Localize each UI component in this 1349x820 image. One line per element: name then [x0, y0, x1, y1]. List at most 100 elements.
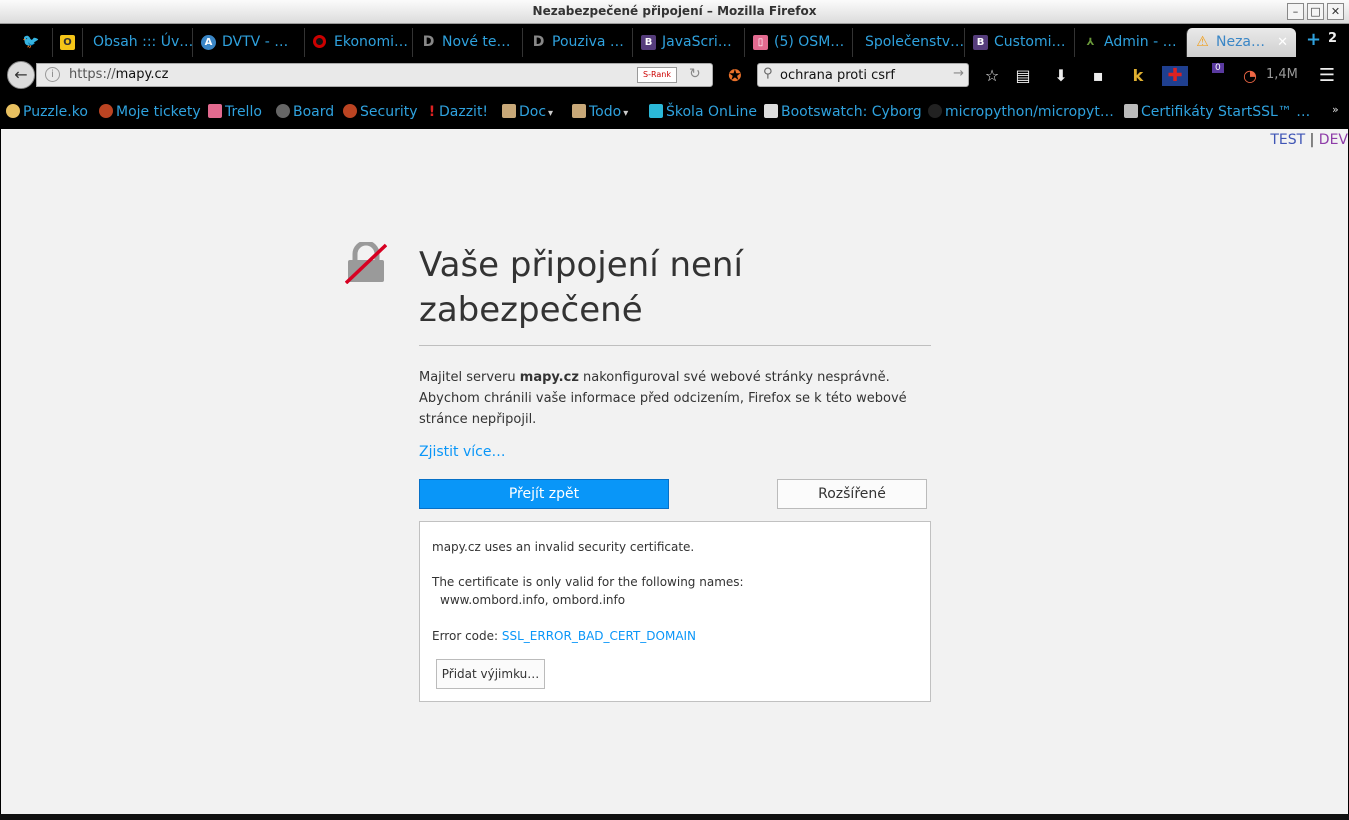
- window-titlebar: Nezabezpečené připojení – Mozilla Firefo…: [0, 0, 1349, 24]
- tab-obsah[interactable]: Obsah ::: Úv…: [82, 28, 192, 57]
- srank-badge[interactable]: S-Rank: [637, 67, 677, 83]
- chevron-down-icon: ▾: [623, 108, 629, 119]
- window-bottom-border: [0, 814, 1349, 820]
- title-divider: [419, 345, 931, 346]
- error-description: Majitel serveru mapy.cz nakonfiguroval s…: [419, 370, 907, 427]
- tab-dvtv[interactable]: A DVTV - …: [192, 28, 304, 57]
- reload-icon[interactable]: ↻: [689, 66, 701, 82]
- search-input[interactable]: [780, 66, 950, 84]
- admin-icon: ⅄: [1086, 37, 1095, 48]
- bootstrap-icon: B: [973, 35, 988, 50]
- certificate-icon: [1124, 104, 1138, 118]
- download-icon[interactable]: ⬇: [1051, 66, 1071, 86]
- bookmark-folder-todo[interactable]: Todo ▾: [572, 102, 628, 122]
- bookmark-folder-doc[interactable]: Doc ▾: [502, 102, 553, 122]
- tab-twitter[interactable]: 🐦: [14, 28, 52, 57]
- bookmark-moje-tickety[interactable]: Moje tickety: [99, 102, 201, 122]
- download-size: 1,4M: [1266, 67, 1298, 82]
- d-icon: D: [532, 34, 545, 50]
- env-separator: |: [1309, 132, 1315, 148]
- bookmarks-toolbar: Puzzle.ko Moje tickety Trello Board Secu…: [0, 93, 1349, 129]
- tab-strip: 🐦 O Obsah ::: Úv… A DVTV - … Ekonomi… D …: [0, 25, 1349, 57]
- tab-javascri[interactable]: B JavaScri…: [632, 28, 744, 57]
- search-go-icon[interactable]: →: [953, 66, 964, 81]
- outlook-icon: O: [60, 35, 75, 50]
- bootstrap-icon: B: [641, 35, 656, 50]
- info-icon[interactable]: i: [45, 67, 60, 82]
- bookmark-puzzle[interactable]: Puzzle.ko: [6, 102, 88, 122]
- tab-spolecenstv[interactable]: Společenstv…: [852, 28, 964, 57]
- url-bar[interactable]: i https://mapy.cz S-Rank ↻: [36, 63, 713, 87]
- advanced-details-panel: mapy.cz uses an invalid security certifi…: [419, 521, 931, 702]
- bookmark-startssl[interactable]: Certifikáty StartSSL™ …: [1124, 102, 1310, 122]
- addon-fox-icon[interactable]: ✪: [725, 66, 745, 86]
- minimize-button[interactable]: –: [1287, 3, 1304, 20]
- tab-osm[interactable]: ▯ (5) OSM…: [744, 28, 852, 57]
- search-bar[interactable]: ⚲ →: [757, 63, 969, 87]
- uk-flag-icon[interactable]: ✚: [1162, 66, 1188, 86]
- tab-ekonomi[interactable]: Ekonomi…: [304, 28, 412, 57]
- addon-icon[interactable]: ▪: [1088, 66, 1108, 86]
- overflow-chevron-icon[interactable]: »: [1332, 103, 1339, 116]
- search-icon: ⚲: [763, 66, 773, 81]
- school-icon: [649, 104, 663, 118]
- puzzle-icon: [6, 104, 20, 118]
- learn-more-link[interactable]: Zjistit více…: [419, 444, 505, 460]
- broken-lock-icon: [345, 242, 387, 284]
- env-dev-link[interactable]: DEV: [1319, 132, 1348, 148]
- tab-customi[interactable]: B Customi…: [964, 28, 1074, 57]
- bug-icon: [99, 104, 113, 118]
- add-exception-button[interactable]: Přidat výjimku…: [436, 659, 545, 689]
- bookmark-trello[interactable]: Trello: [208, 102, 262, 122]
- maximize-button[interactable]: □: [1307, 3, 1324, 20]
- menu-icon[interactable]: ☰: [1317, 66, 1337, 86]
- bug-icon: [343, 104, 357, 118]
- notification-badge[interactable]: 0: [1212, 63, 1224, 73]
- back-arrow-icon: ←: [14, 65, 28, 84]
- bookmark-skola-online[interactable]: Škola OnLine: [649, 102, 757, 122]
- close-tab-icon[interactable]: ✕: [1277, 28, 1288, 57]
- reading-list-icon[interactable]: ▤: [1013, 66, 1033, 86]
- chevron-down-icon: ▾: [548, 108, 554, 119]
- trello-icon: [208, 104, 222, 118]
- tab-nove[interactable]: D Nové te…: [412, 28, 522, 57]
- env-links: TEST | DEV: [1270, 132, 1348, 148]
- env-test-link[interactable]: TEST: [1270, 132, 1305, 148]
- addon-k-icon[interactable]: k: [1128, 66, 1148, 86]
- bookmark-star-icon[interactable]: ☆: [982, 66, 1002, 86]
- go-back-button[interactable]: Přejít zpět: [419, 479, 669, 509]
- bookmark-board[interactable]: Board: [276, 102, 334, 122]
- bookmark-dazzit[interactable]: ! Dazzit!: [428, 102, 488, 122]
- url-text: https://mapy.cz: [69, 67, 169, 82]
- back-button[interactable]: ←: [7, 61, 35, 89]
- detail-valid-names-label: The certificate is only valid for the fo…: [432, 575, 744, 589]
- advanced-button[interactable]: Rozšířené: [777, 479, 927, 509]
- twitter-icon: 🐦: [22, 34, 40, 50]
- page-title: Vaše připojení není zabezpečené: [419, 245, 743, 330]
- exclamation-icon: !: [428, 104, 436, 120]
- bootswatch-icon: [764, 104, 778, 118]
- close-window-button[interactable]: ✕: [1327, 3, 1344, 20]
- stats-icon[interactable]: ◔: [1240, 66, 1260, 86]
- error-page: TEST | DEV Vaše připojení není zabezpeče…: [1, 129, 1348, 814]
- navigation-bar: ← i https://mapy.cz S-Rank ↻ ✪ ⚲ → ☆ ▤ ⬇…: [0, 57, 1349, 93]
- globe-icon: [276, 104, 290, 118]
- error-code-link[interactable]: SSL_ERROR_BAD_CERT_DOMAIN: [502, 629, 696, 643]
- tab-admin[interactable]: ⅄ Admin - …: [1074, 28, 1184, 57]
- host-name: mapy.cz: [519, 370, 579, 385]
- detail-invalid-cert: mapy.cz uses an invalid security certifi…: [432, 540, 695, 554]
- github-icon: [928, 104, 942, 118]
- tab-outlook[interactable]: O: [52, 28, 82, 57]
- a-icon: A: [201, 35, 216, 50]
- bookmark-micropython[interactable]: micropython/micropyt…: [928, 102, 1114, 122]
- tab-pouziva[interactable]: D Pouziva …: [522, 28, 632, 57]
- tab-active-neza[interactable]: ⚠ Neza… ✕: [1186, 28, 1296, 57]
- window-title: Nezabezpečené připojení – Mozilla Firefo…: [532, 4, 817, 18]
- detail-valid-names: www.ombord.info, ombord.info: [440, 593, 626, 607]
- bookmark-security[interactable]: Security: [343, 102, 418, 122]
- new-tab-button[interactable]: +: [1306, 29, 1321, 50]
- folder-icon: [502, 104, 516, 118]
- tab-counter[interactable]: 2: [1328, 31, 1337, 46]
- bookmark-bootswatch[interactable]: Bootswatch: Cyborg: [764, 102, 922, 122]
- opera-icon: [313, 35, 326, 48]
